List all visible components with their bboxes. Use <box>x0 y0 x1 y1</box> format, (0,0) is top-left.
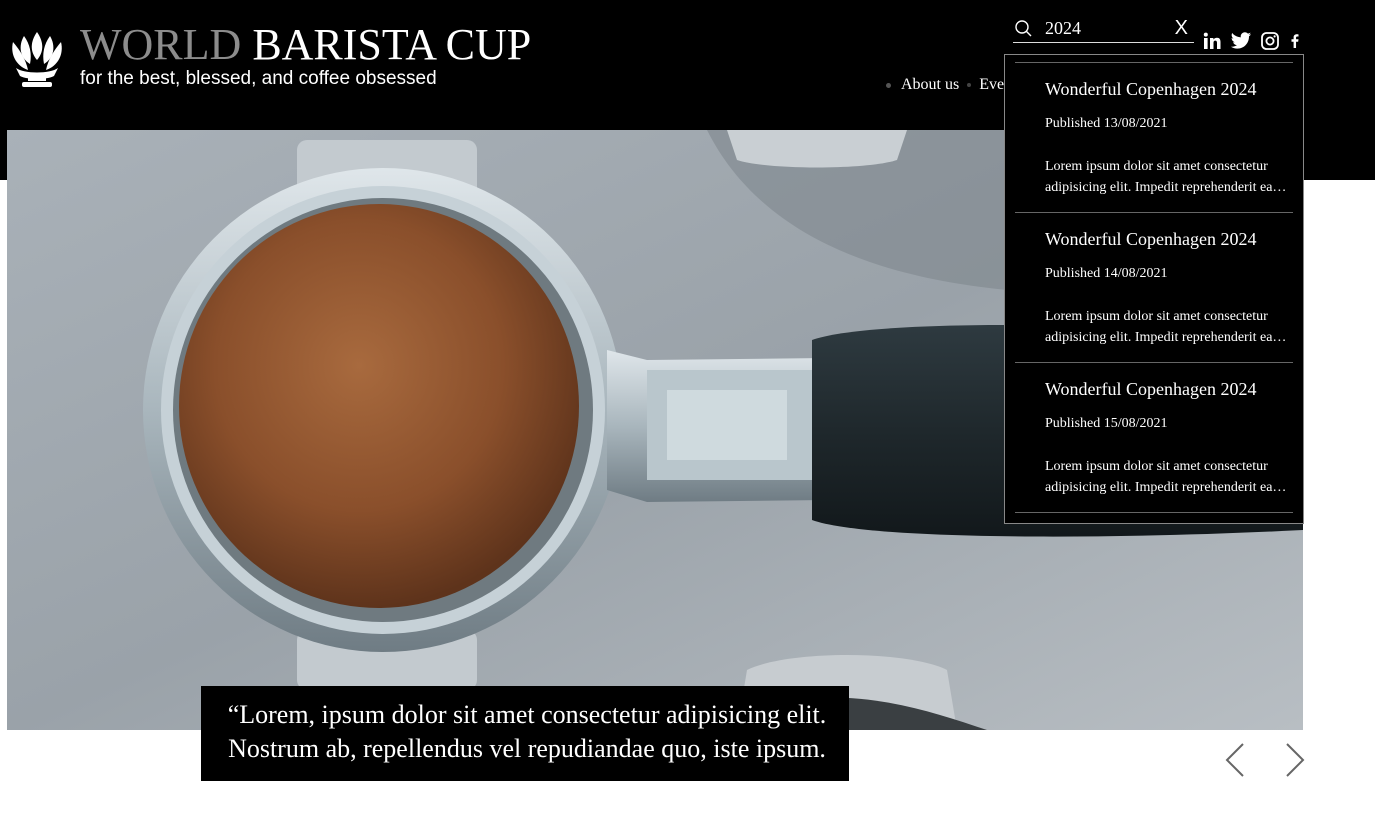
result-date: Published 14/08/2021 <box>1045 266 1168 281</box>
result-excerpt-line: adipisicing elit. Impedit reprehenderit … <box>1045 480 1287 495</box>
search-result-item[interactable]: Wonderful Copenhagen 2024 Published 13/0… <box>1015 63 1293 213</box>
result-excerpt-line: Lorem ipsum dolor sit amet consectetur <box>1045 159 1268 174</box>
result-excerpt-line: Lorem ipsum dolor sit amet consectetur <box>1045 459 1268 474</box>
result-title[interactable]: Wonderful Copenhagen 2024 <box>1045 229 1257 250</box>
header-extension <box>1303 130 1375 180</box>
social-links <box>1202 30 1302 52</box>
next-slide-arrow-icon[interactable] <box>1283 740 1307 780</box>
brand[interactable]: WORLD BARISTA CUP for the best, blessed,… <box>80 22 531 90</box>
search-results-dropdown: Wonderful Copenhagen 2024 Published 13/0… <box>1004 54 1304 524</box>
result-excerpt-line: adipisicing elit. Impedit reprehenderit … <box>1045 330 1287 345</box>
result-title[interactable]: Wonderful Copenhagen 2024 <box>1045 379 1257 400</box>
search-icon[interactable] <box>1013 19 1033 39</box>
search-input[interactable] <box>1045 16 1165 40</box>
brand-title-light: WORLD <box>80 20 242 69</box>
result-excerpt: Lorem ipsum dolor sit amet consectetur a… <box>1045 156 1289 198</box>
brand-tagline: for the best, blessed, and coffee obsess… <box>80 68 437 89</box>
result-excerpt-line: adipisicing elit. Impedit reprehenderit … <box>1045 180 1287 195</box>
main-nav: About us Ever <box>886 76 1009 94</box>
instagram-icon[interactable] <box>1260 31 1280 51</box>
brand-title-bold: BARISTA CUP <box>252 20 532 69</box>
result-excerpt: Lorem ipsum dolor sit amet consectetur a… <box>1045 306 1289 348</box>
result-date: Published 13/08/2021 <box>1045 116 1168 131</box>
prev-slide-arrow-icon[interactable] <box>1223 740 1247 780</box>
coffee-plant-logo-icon[interactable] <box>8 26 66 88</box>
clear-search-button[interactable]: X <box>1175 16 1188 40</box>
result-excerpt-line: Lorem ipsum dolor sit amet consectetur <box>1045 309 1268 324</box>
nav-item-about-us[interactable]: About us <box>901 76 959 94</box>
result-date: Published 15/08/2021 <box>1045 416 1168 431</box>
hero-quote: “Lorem, ipsum dolor sit amet consectetur… <box>201 686 849 781</box>
search-result-item[interactable]: Wonderful Copenhagen 2024 Published 15/0… <box>1015 363 1293 513</box>
twitter-icon[interactable] <box>1230 30 1252 52</box>
result-excerpt: Lorem ipsum dolor sit amet consectetur a… <box>1045 456 1289 498</box>
result-title[interactable]: Wonderful Copenhagen 2024 <box>1045 79 1257 100</box>
linkedin-icon[interactable] <box>1202 31 1222 51</box>
search-bar: X <box>1013 14 1194 43</box>
facebook-icon[interactable] <box>1288 31 1302 51</box>
hero-quote-text: “Lorem, ipsum dolor sit amet consectetur… <box>227 700 827 763</box>
brand-title: WORLD BARISTA CUP <box>80 22 531 68</box>
nav-separator <box>967 83 972 87</box>
search-result-item[interactable]: Wonderful Copenhagen 2024 Published 14/0… <box>1015 213 1293 363</box>
nav-bullet <box>886 82 891 88</box>
